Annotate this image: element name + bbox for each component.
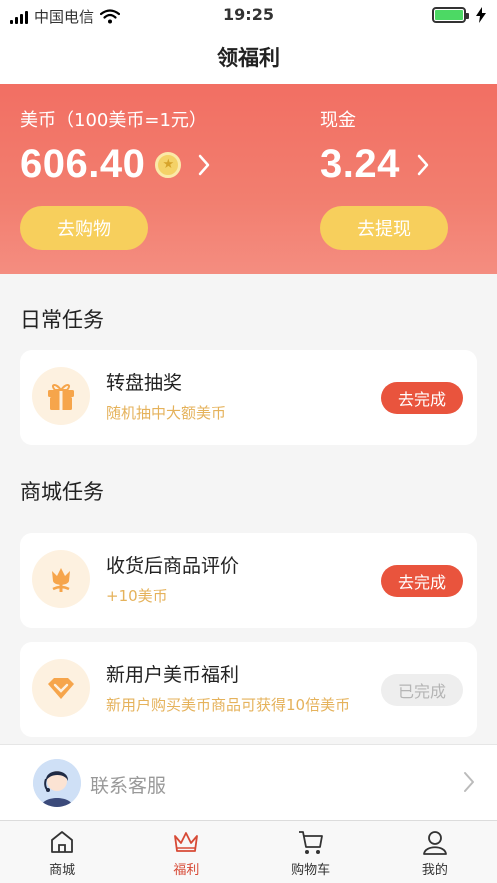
tab-label: 福利 bbox=[173, 863, 200, 878]
task-title: 新用户美币福利 bbox=[106, 664, 240, 686]
go-shopping-button[interactable]: 去购物 bbox=[20, 206, 148, 250]
mall-tasks-title: 商城任务 bbox=[20, 480, 104, 504]
task-subtitle: 随机抽中大额美币 bbox=[106, 404, 227, 422]
navigation-bar: 领福利 bbox=[0, 30, 497, 84]
tab-label: 我的 bbox=[421, 863, 448, 878]
tab-label: 购物车 bbox=[291, 863, 331, 878]
diamond-icon bbox=[32, 659, 90, 717]
crown-icon bbox=[174, 832, 199, 852]
coin-label: 美币（100美币=1元） bbox=[20, 110, 207, 131]
support-avatar bbox=[33, 759, 81, 807]
cash-value-row[interactable]: 3.24 bbox=[320, 142, 436, 187]
coin-star-icon: ★ bbox=[155, 151, 182, 178]
task-card-new-user: 新用户美币福利 新用户购买美币商品可获得10倍美币 已完成 bbox=[20, 642, 477, 737]
task-subtitle: +10美币 bbox=[106, 587, 168, 605]
task-title: 收货后商品评价 bbox=[106, 555, 240, 577]
tab-label: 商城 bbox=[49, 863, 76, 878]
user-icon bbox=[422, 831, 447, 855]
contact-support-row[interactable]: 联系客服 bbox=[0, 744, 497, 820]
flower-icon bbox=[32, 550, 90, 608]
chevron-right-icon bbox=[463, 771, 475, 797]
charging-icon bbox=[476, 7, 486, 23]
chevron-right-icon bbox=[410, 152, 436, 178]
page-title: 领福利 bbox=[217, 46, 280, 70]
status-right bbox=[432, 7, 487, 23]
coin-value: 606.40 bbox=[20, 142, 146, 186]
completed-badge: 已完成 bbox=[381, 674, 463, 706]
tab-cart[interactable]: 购物车 bbox=[249, 821, 373, 883]
tab-mall[interactable]: 商城 bbox=[0, 821, 124, 883]
home-icon bbox=[51, 831, 74, 853]
tab-mine[interactable]: 我的 bbox=[373, 821, 497, 883]
battery-icon bbox=[432, 7, 469, 23]
tab-bar: 商城 福利 购物车 我的 bbox=[0, 820, 497, 883]
complete-task-button[interactable]: 去完成 bbox=[381, 565, 463, 597]
balance-banner: 美币（100美币=1元） 606.40 ★ 去购物 现金 3.24 去提现 bbox=[0, 84, 497, 274]
task-title: 转盘抽奖 bbox=[106, 372, 183, 394]
task-card-review: 收货后商品评价 +10美币 去完成 bbox=[20, 533, 477, 628]
status-bar: 中国电信 19:25 bbox=[0, 0, 497, 30]
contact-support-label: 联系客服 bbox=[90, 775, 167, 797]
task-subtitle: 新用户购买美币商品可获得10倍美币 bbox=[106, 696, 351, 714]
chevron-right-icon bbox=[191, 152, 217, 178]
task-card-lottery: 转盘抽奖 随机抽中大额美币 去完成 bbox=[20, 350, 477, 445]
complete-task-button[interactable]: 去完成 bbox=[381, 382, 463, 414]
tab-welfare[interactable]: 福利 bbox=[124, 821, 248, 883]
daily-tasks-title: 日常任务 bbox=[20, 308, 104, 332]
cart-icon bbox=[298, 831, 323, 854]
coin-value-row[interactable]: 606.40 ★ bbox=[20, 142, 217, 187]
cash-value: 3.24 bbox=[320, 142, 400, 186]
cash-label: 现金 bbox=[320, 110, 356, 131]
clock: 19:25 bbox=[223, 5, 274, 24]
gift-icon bbox=[32, 367, 90, 425]
withdraw-button[interactable]: 去提现 bbox=[320, 206, 448, 250]
